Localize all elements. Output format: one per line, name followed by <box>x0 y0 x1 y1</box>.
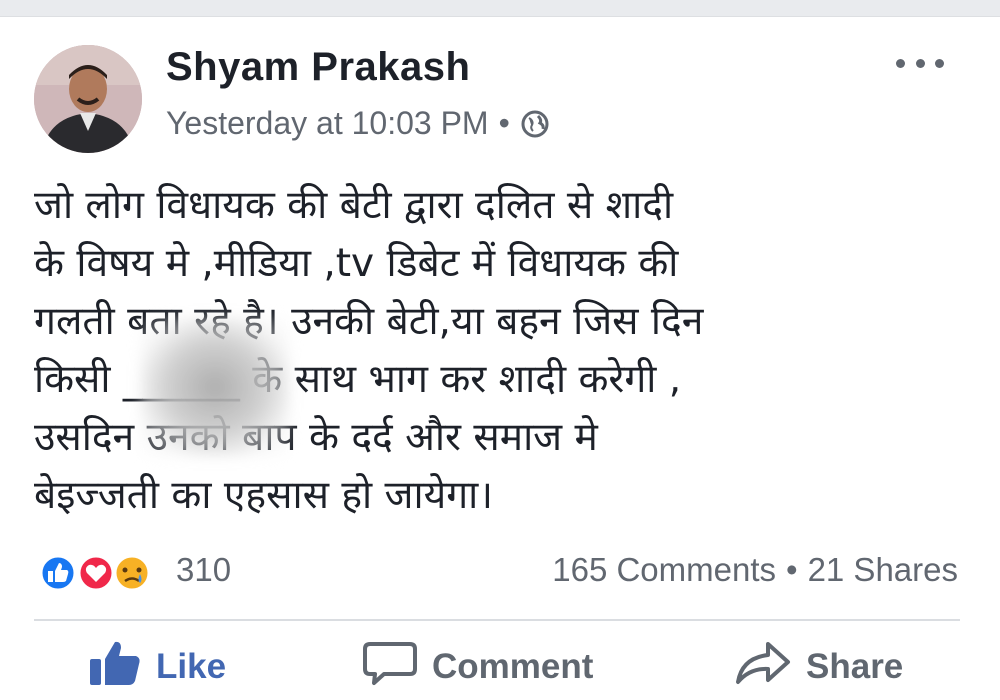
more-dot-icon <box>896 58 905 68</box>
share-arrow-icon <box>734 638 792 697</box>
page: Shyam Prakash Yesterday at 10:03 PM • जो… <box>0 0 1000 700</box>
post-text-line: जो लोग विधायक की बेटी द्वारा दलित से शाद… <box>34 183 674 228</box>
comments-count-link[interactable]: 165 Comments <box>552 551 776 589</box>
speech-bubble-icon <box>362 638 418 697</box>
love-reaction-icon <box>77 554 115 592</box>
divider <box>34 619 960 621</box>
stats-separator: • <box>786 551 798 588</box>
sad-reaction-icon <box>113 554 151 592</box>
shares-count-link[interactable]: 21 Shares <box>808 551 958 589</box>
censor-blur <box>140 317 290 457</box>
comment-label: Comment <box>432 647 594 686</box>
share-label: Share <box>806 647 904 686</box>
more-options-button[interactable] <box>896 55 944 71</box>
more-dot-icon <box>915 58 925 68</box>
actions-row: Like Comment Share <box>34 637 964 697</box>
comment-button[interactable]: Comment <box>362 637 593 697</box>
share-button[interactable]: Share <box>734 637 903 697</box>
avatar-image <box>34 45 142 153</box>
post-text-line: के विषय मे ,मीडिया ,tv डिबेट में विधायक … <box>34 241 679 286</box>
post-card: Shyam Prakash Yesterday at 10:03 PM • जो… <box>0 16 1000 700</box>
avatar[interactable] <box>34 45 142 153</box>
post-timestamp[interactable]: Yesterday at 10:03 PM <box>166 105 489 142</box>
reactions-row: 310 165 Comments • 21 Shares <box>34 549 964 595</box>
globe-icon[interactable] <box>520 109 550 139</box>
author-name[interactable]: Shyam Prakash <box>166 45 470 90</box>
like-button[interactable]: Like <box>88 637 226 697</box>
more-dot-icon <box>935 58 944 68</box>
meta-separator: • <box>498 105 510 141</box>
engagement-stats: 165 Comments • 21 Shares <box>552 551 958 589</box>
like-reaction-icon <box>39 554 77 592</box>
post-text-line: बेइज्जती का एहसास हो जायेगा। <box>34 473 494 518</box>
reaction-count[interactable]: 310 <box>176 551 231 589</box>
reaction-icons[interactable] <box>34 553 164 593</box>
like-label: Like <box>156 647 227 686</box>
thumbs-up-icon <box>88 639 142 696</box>
post-meta: Yesterday at 10:03 PM • <box>166 105 550 142</box>
